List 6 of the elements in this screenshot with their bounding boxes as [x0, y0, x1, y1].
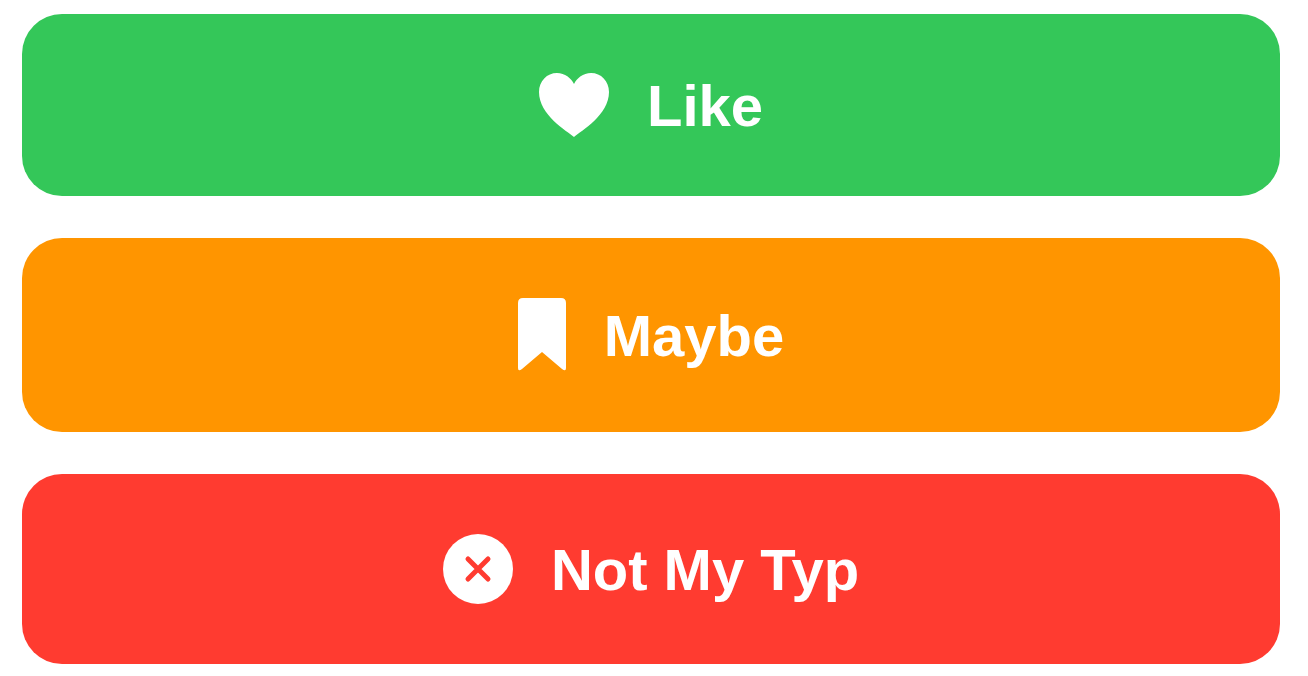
maybe-button[interactable]: Maybe — [22, 238, 1280, 432]
reject-button[interactable]: Not My Typ — [22, 474, 1280, 664]
close-icon — [442, 534, 513, 604]
like-button[interactable]: Like — [22, 14, 1280, 196]
bookmark-icon — [517, 298, 566, 372]
heart-icon — [538, 73, 609, 137]
